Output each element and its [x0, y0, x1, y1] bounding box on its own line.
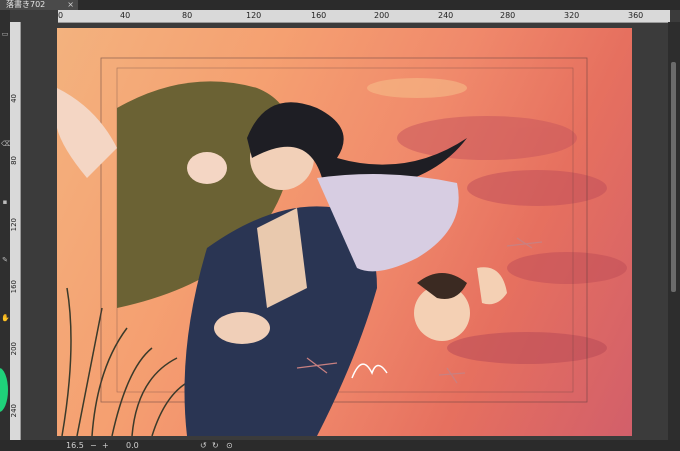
- ruler-label: 80: [182, 11, 193, 20]
- ruler-label: 160: [10, 280, 18, 294]
- signature-drawing: [351, 363, 388, 379]
- zoom-minus-icon[interactable]: −: [90, 440, 97, 451]
- scroll-thumb[interactable]: [671, 62, 676, 292]
- ruler-label: 80: [10, 156, 18, 165]
- rotate-right-icon[interactable]: ↻: [212, 440, 219, 451]
- eraser-icon[interactable]: ▭: [1, 30, 9, 38]
- ruler-label: 200: [10, 342, 18, 356]
- ruler-label: 120: [246, 11, 262, 20]
- ruler-label: 40: [10, 94, 18, 103]
- zoom-plus-icon[interactable]: +: [102, 440, 109, 451]
- horizontal-ruler: 0 40 80 120 160 200 240 280 320 360: [58, 10, 670, 23]
- rotate-left-icon[interactable]: ↺: [200, 440, 207, 451]
- angle-value[interactable]: 0.0: [126, 440, 139, 451]
- vertical-ruler: 40 80 120 160 200 240: [10, 22, 21, 440]
- document-tab[interactable]: 落書き702 ×: [0, 0, 78, 10]
- status-bar: 16.5 − + 0.0 ↺ ↻ ⊙: [0, 440, 680, 451]
- ruler-label: 160: [311, 11, 327, 20]
- reset-rotation-icon[interactable]: ⊙: [226, 440, 233, 451]
- brush-icon[interactable]: ✎: [1, 256, 9, 264]
- close-tab-icon[interactable]: ×: [67, 0, 74, 10]
- trash-icon[interactable]: ⌫: [1, 140, 11, 148]
- ruler-label: 320: [564, 11, 580, 20]
- ruler-label: 200: [374, 11, 390, 20]
- grass: [61, 287, 198, 436]
- zoom-value[interactable]: 16.5: [66, 440, 84, 451]
- ruler-label: 280: [500, 11, 516, 20]
- ruler-label: 360: [628, 11, 644, 20]
- vertical-scrollbar[interactable]: [668, 22, 680, 440]
- ruler-label: 40: [120, 11, 131, 20]
- ruler-label: 120: [10, 218, 18, 232]
- hand-icon[interactable]: ✋: [1, 314, 10, 322]
- lock-icon[interactable]: ▪: [1, 198, 9, 206]
- canvas-artwork[interactable]: [57, 28, 632, 436]
- ruler-label: 240: [10, 404, 18, 418]
- document-tab-title: 落書き702: [6, 0, 46, 9]
- ruler-label: 0: [58, 11, 64, 20]
- ruler-label: 240: [438, 11, 454, 20]
- illustration: [57, 57, 627, 436]
- tab-bar: 落書き702 ×: [0, 0, 680, 10]
